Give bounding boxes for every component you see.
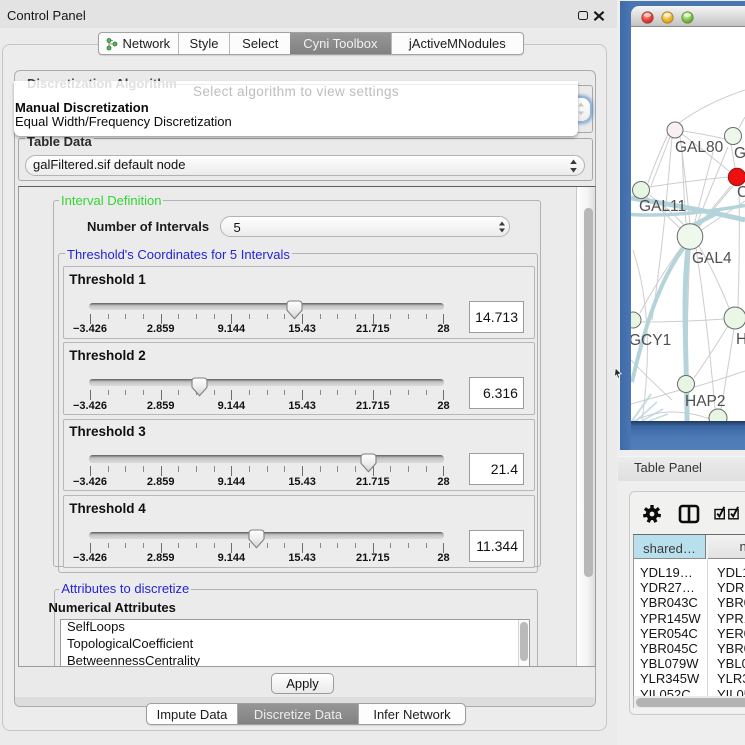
svg-text:C: C — [737, 184, 745, 201]
svg-text:H: H — [736, 331, 745, 348]
svg-text:GAL80: GAL80 — [675, 139, 724, 156]
svg-text:GAL11: GAL11 — [639, 198, 686, 215]
svg-text:GA: GA — [734, 145, 745, 162]
svg-text:GCY1: GCY1 — [631, 332, 671, 349]
svg-text:HAP2: HAP2 — [685, 393, 726, 410]
svg-text:GAL4: GAL4 — [692, 250, 732, 267]
